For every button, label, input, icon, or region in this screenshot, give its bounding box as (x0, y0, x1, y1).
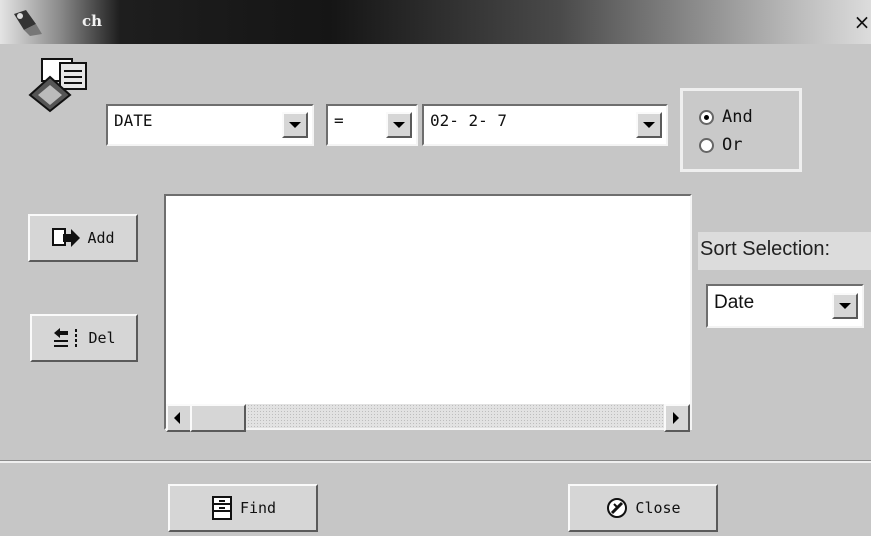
add-button-label: Add (87, 229, 115, 247)
app-icon (14, 10, 42, 36)
title-bar[interactable]: ch × (0, 0, 871, 44)
find-button-label: Find (239, 499, 277, 517)
power-off-icon (607, 498, 628, 518)
add-arrow-icon (52, 228, 81, 247)
radio-and-label: And (722, 107, 753, 127)
del-button[interactable]: Del (30, 314, 138, 362)
search-criteria-icon (28, 58, 87, 113)
delete-list-icon (54, 328, 78, 347)
radio-or[interactable]: Or (699, 135, 742, 155)
logic-radio-group: And Or (680, 88, 802, 172)
add-button[interactable]: Add (28, 214, 138, 262)
sort-dropdown-arrow-icon[interactable] (832, 293, 858, 319)
horizontal-scrollbar[interactable] (166, 404, 690, 432)
del-button-label: Del (88, 329, 116, 347)
value-select[interactable]: 02- 2- 7 (422, 104, 668, 146)
radio-and[interactable]: And (699, 107, 753, 127)
sort-select[interactable]: Date (706, 284, 864, 328)
scroll-left-icon[interactable] (166, 404, 192, 432)
operator-dropdown-arrow-icon[interactable] (386, 112, 412, 138)
radio-or-indicator[interactable] (699, 137, 714, 153)
close-button-label: Close (635, 499, 681, 517)
close-button[interactable]: Close (568, 484, 718, 532)
find-button[interactable]: Find (168, 484, 318, 532)
sort-selection-label: Sort Selection: (698, 232, 871, 270)
close-window-button[interactable]: × (853, 10, 871, 34)
value-dropdown-arrow-icon[interactable] (636, 112, 662, 138)
scroll-thumb[interactable] (190, 404, 246, 432)
radio-or-label: Or (722, 135, 743, 155)
field-dropdown-arrow-icon[interactable] (282, 112, 308, 138)
footer-separator (0, 460, 871, 463)
criteria-list[interactable] (164, 194, 692, 432)
scroll-right-icon[interactable] (664, 404, 690, 432)
radio-and-indicator[interactable] (699, 109, 714, 125)
field-select[interactable]: DATE (106, 104, 314, 146)
operator-select[interactable]: = (326, 104, 418, 146)
window-title: ch (82, 12, 103, 30)
find-cabinet-icon (211, 496, 232, 520)
